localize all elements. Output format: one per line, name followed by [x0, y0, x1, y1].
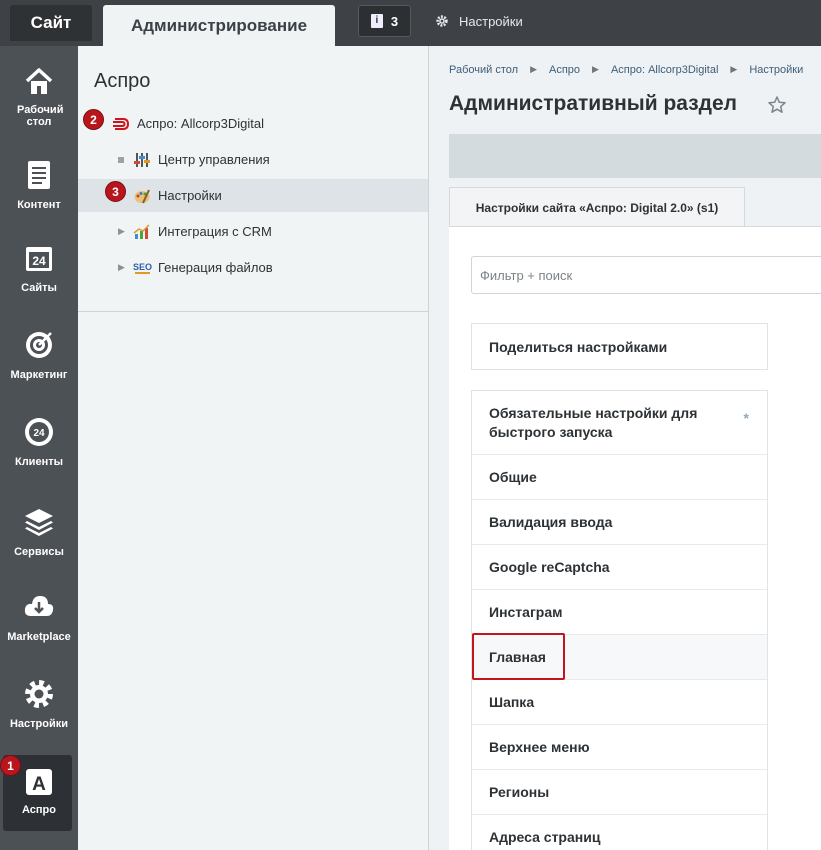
breadcrumb-arrow-icon: ▶: [592, 64, 599, 74]
tab-site-settings[interactable]: Настройки сайта «Аспро: Digital 2.0» (s1…: [449, 187, 745, 227]
target-icon: [26, 332, 52, 358]
menu-item-allcorp[interactable]: 2 Аспро: Allcorp3Digital: [78, 107, 428, 140]
sidebar-item-label: Аспро: [22, 804, 56, 816]
svg-text:24: 24: [33, 428, 45, 439]
sidebar-item-label: Клиенты: [14, 456, 63, 468]
layers-icon: [25, 509, 53, 536]
notifications-count: 3: [390, 13, 399, 29]
menu-item-settings[interactable]: 3 Настройки: [78, 179, 428, 212]
tab-site[interactable]: Сайт: [10, 5, 92, 41]
list-item[interactable]: Общие: [472, 454, 767, 499]
menu-item-label: Аспро: Allcorp3Digital: [137, 116, 264, 131]
toolbar-strip: [449, 134, 821, 178]
svg-text:SEO: SEO: [133, 262, 152, 272]
menu-item-file-generation[interactable]: ▶ SEO Генерация файлов: [78, 251, 428, 284]
step-badge-3: 3: [105, 181, 126, 202]
aspro-logo-icon: [113, 118, 130, 130]
sidebar-item-label: Маркетинг: [10, 369, 68, 381]
bullet-icon: [118, 156, 124, 163]
tab-administration[interactable]: Администрирование: [103, 5, 335, 46]
page-title: Административный раздел: [449, 92, 738, 115]
menu-item-label: Настройки: [158, 188, 222, 203]
sidebar-item-content[interactable]: Контент: [0, 159, 78, 211]
top-bar: Сайт Администрирование i 3 Настройки: [0, 0, 821, 46]
list-item[interactable]: Регионы: [472, 769, 767, 814]
menu-item-crm[interactable]: ▶ Интеграция с CRM: [78, 215, 428, 248]
star-icon[interactable]: [767, 95, 787, 115]
sidebar-item-label: Сайты: [21, 282, 57, 294]
breadcrumb: Рабочий стол ▶ Аспро ▶ Аспро: Allcorp3Di…: [449, 64, 803, 76]
breadcrumb-arrow-icon: ▶: [730, 64, 738, 74]
gear-icon: [436, 15, 448, 27]
step-badge-2: 2: [83, 109, 104, 130]
breadcrumb-arrow-icon: ▶: [530, 64, 537, 74]
list-item[interactable]: Шапка: [472, 679, 767, 724]
share-settings-button[interactable]: Поделиться настройками: [471, 323, 768, 370]
highlight-box: [472, 633, 565, 680]
list-item[interactable]: Google reCaptcha: [472, 544, 767, 589]
breadcrumb-item[interactable]: Аспро: Allcorp3Digital: [611, 64, 718, 76]
menu-item-label: Генерация файлов: [158, 260, 273, 275]
sidebar-item-settings[interactable]: Настройки: [0, 678, 78, 730]
info-icon: i: [370, 14, 383, 28]
sidebar-item-marketing[interactable]: Маркетинг: [0, 329, 78, 381]
calendar-24-icon: 24: [26, 247, 52, 271]
top-settings-link[interactable]: Настройки: [435, 10, 523, 32]
svg-text:24: 24: [32, 254, 46, 268]
sidebar-item-sites[interactable]: 24 Сайты: [0, 242, 78, 294]
sidebar-item-clients[interactable]: 24 Клиенты: [0, 416, 78, 468]
breadcrumb-item[interactable]: Настройки: [749, 64, 803, 76]
menu-divider: [78, 311, 428, 312]
sidebar-item-services[interactable]: Сервисы: [0, 506, 78, 558]
main-content: Рабочий стол ▶ Аспро ▶ Аспро: Allcorp3Di…: [429, 46, 821, 850]
sidebar-item-label: Рабочий стол: [17, 104, 64, 128]
sidebar-item-marketplace[interactable]: Marketplace: [0, 591, 78, 643]
left-sidebar: Рабочий стол Контент 24 Сайты Маркетинг: [0, 46, 78, 850]
list-item[interactable]: Инстаграм: [472, 589, 767, 634]
settings-section-list: Обязательные настройки для быстрого запу…: [471, 390, 768, 850]
gear-icon: [25, 680, 53, 708]
step-badge-1: 1: [0, 755, 21, 776]
document-icon: [28, 161, 50, 189]
search-input[interactable]: Фильтр + поиск: [471, 256, 821, 294]
tab-content: Фильтр + поиск Поделиться настройками Об…: [449, 226, 821, 850]
expand-arrow-icon[interactable]: ▶: [118, 226, 125, 237]
sidebar-item-label: Marketplace: [7, 631, 71, 643]
menu-item-label: Интеграция с CRM: [158, 224, 272, 239]
breadcrumb-item[interactable]: Аспро: [549, 64, 580, 76]
chart-icon: [133, 224, 150, 239]
list-item[interactable]: Верхнее меню: [472, 724, 767, 769]
clients-24-icon: 24: [25, 418, 53, 446]
sidebar-item-label: Настройки: [9, 718, 69, 730]
sidebar-item-desktop[interactable]: Рабочий стол: [0, 66, 78, 128]
list-item[interactable]: Адреса страниц: [472, 814, 767, 850]
menu-item-control-center[interactable]: Центр управления: [78, 143, 428, 176]
menu-panel: Аспро 2 Аспро: Allcorp3Digital Центр упр…: [78, 46, 429, 850]
list-item-label: Обязательные настройки для быстрого запу…: [489, 404, 698, 440]
sidebar-item-label: Контент: [17, 199, 61, 211]
top-settings-label: Настройки: [459, 13, 523, 29]
required-marker: *: [743, 410, 749, 426]
home-icon: [25, 68, 53, 94]
sidebar-item-label: Сервисы: [14, 546, 64, 558]
sliders-icon: [134, 153, 150, 167]
menu-title: Аспро: [94, 70, 151, 92]
aspro-a-icon: A: [26, 769, 52, 795]
breadcrumb-item[interactable]: Рабочий стол: [449, 64, 518, 76]
svg-text:A: A: [32, 774, 46, 795]
seo-icon: SEO: [133, 262, 152, 274]
list-item[interactable]: Обязательные настройки для быстрого запу…: [472, 391, 767, 454]
notifications-button[interactable]: i 3: [358, 5, 411, 37]
list-item[interactable]: Валидация ввода: [472, 499, 767, 544]
cloud-download-icon: [24, 596, 54, 616]
menu-item-label: Центр управления: [158, 152, 270, 167]
expand-arrow-icon[interactable]: ▶: [118, 262, 125, 273]
palette-icon: [134, 189, 150, 204]
